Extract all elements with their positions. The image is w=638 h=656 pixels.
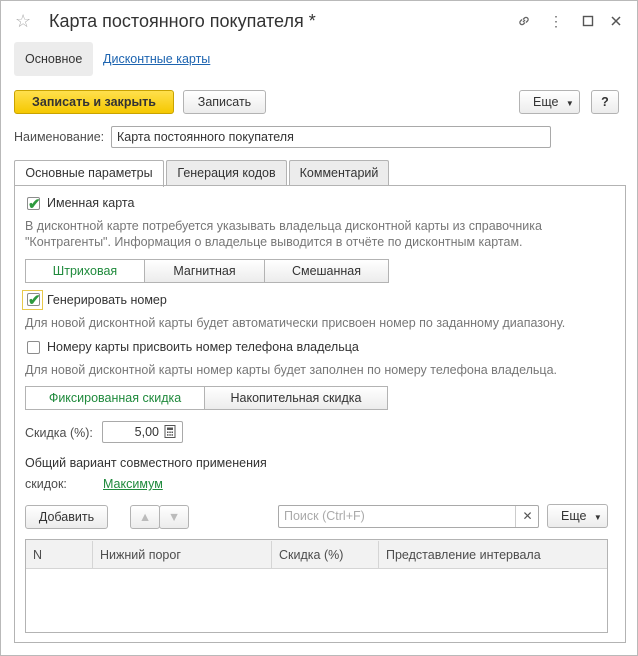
tab-code-generation[interactable]: Генерация кодов	[166, 160, 287, 186]
dropdown-icon: ▼	[593, 513, 602, 522]
more-options-icon[interactable]: ⋮	[547, 12, 565, 30]
combine-label-line1: Общий вариант совместного применения	[25, 456, 267, 470]
column-header-lower-threshold[interactable]: Нижний порог	[93, 541, 272, 569]
favorite-star-icon[interactable]: ☆	[15, 11, 31, 32]
card-type-mixed[interactable]: Смешанная	[264, 259, 389, 283]
phone-number-checkbox[interactable]	[27, 341, 40, 354]
save-button[interactable]: Записать	[183, 90, 266, 114]
combine-value-link[interactable]: Максимум	[103, 477, 163, 491]
name-input[interactable]: Карта постоянного покупателя	[111, 126, 551, 148]
generate-number-checkbox[interactable]: ✔	[27, 292, 41, 309]
arrow-up-icon: ▲	[138, 510, 152, 524]
more-label: Еще	[533, 95, 559, 109]
tab-comment[interactable]: Комментарий	[289, 160, 389, 186]
discount-type-cumulative[interactable]: Накопительная скидка	[204, 386, 388, 410]
table-more-label: Еще	[561, 509, 587, 523]
table-more-button[interactable]: Еще ▼	[547, 504, 608, 528]
combine-label-line2: скидок:	[25, 477, 67, 491]
card-type-selector: Штриховая Магнитная Смешанная	[25, 259, 389, 283]
named-card-label: Именная карта	[47, 196, 135, 210]
named-card-hint: В дисконтной карте потребуется указывать…	[25, 219, 542, 249]
search-input[interactable]: Поиск (Ctrl+F)	[278, 505, 539, 528]
column-header-n[interactable]: N	[26, 541, 93, 569]
phone-number-hint: Для новой дисконтной карты номер карты б…	[25, 363, 558, 377]
more-button[interactable]: Еще ▼	[519, 90, 580, 114]
column-header-discount[interactable]: Скидка (%)	[272, 541, 379, 569]
window: ☆ Карта постоянного покупателя * ⋮ Основ…	[0, 0, 638, 656]
nav-discount-cards[interactable]: Дисконтные карты	[103, 42, 210, 76]
window-title: Карта постоянного покупателя *	[49, 11, 316, 31]
name-label: Наименование:	[14, 130, 105, 144]
card-type-barcode[interactable]: Штриховая	[25, 259, 145, 283]
discount-label: Скидка (%):	[25, 426, 93, 440]
add-button[interactable]: Добавить	[25, 505, 108, 529]
named-card-checkbox[interactable]: ✔	[27, 196, 41, 213]
link-icon[interactable]	[515, 12, 533, 30]
generate-number-label: Генерировать номер	[47, 293, 167, 307]
move-down-button[interactable]: ▼	[159, 505, 189, 529]
nav-main[interactable]: Основное	[14, 42, 94, 76]
save-and-close-button[interactable]: Записать и закрыть	[14, 90, 174, 114]
maximize-icon[interactable]	[579, 12, 597, 30]
calculator-icon[interactable]	[164, 425, 176, 438]
discount-type-selector: Фиксированная скидка Накопительная скидк…	[25, 386, 388, 410]
move-up-button[interactable]: ▲	[130, 505, 160, 529]
close-icon[interactable]	[607, 12, 625, 30]
dropdown-icon: ▼	[565, 99, 574, 108]
generate-number-hint: Для новой дисконтной карты будет автомат…	[25, 316, 566, 330]
arrow-down-icon: ▼	[167, 510, 181, 524]
phone-number-label: Номеру карты присвоить номер телефона вл…	[47, 340, 359, 354]
checkmark-icon: ✔	[28, 196, 41, 213]
help-button[interactable]: ?	[591, 90, 619, 114]
checkmark-icon: ✔	[28, 292, 41, 309]
discount-type-fixed[interactable]: Фиксированная скидка	[25, 386, 205, 410]
card-type-magnetic[interactable]: Магнитная	[144, 259, 265, 283]
column-header-interval[interactable]: Представление интервала	[379, 541, 607, 569]
clear-search-icon[interactable]: ✕	[515, 506, 539, 527]
tab-main-params[interactable]: Основные параметры	[14, 160, 164, 187]
